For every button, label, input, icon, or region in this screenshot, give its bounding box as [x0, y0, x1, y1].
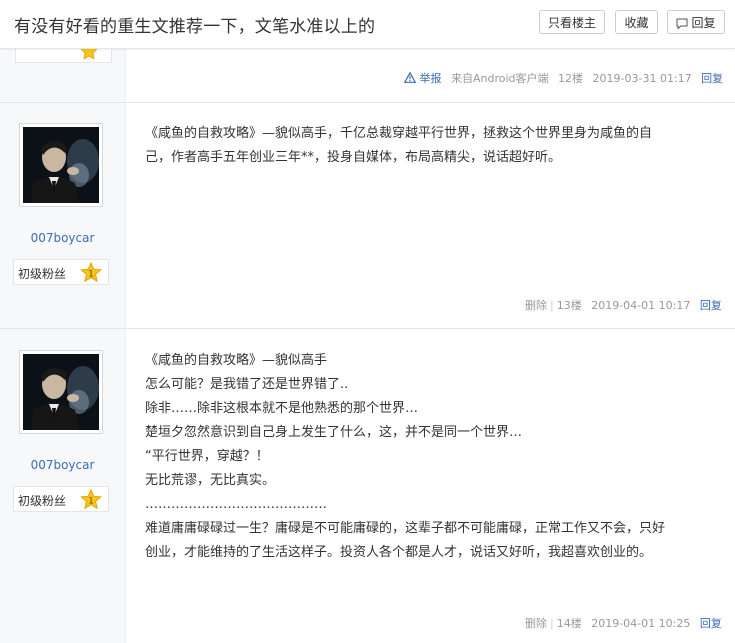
username-link[interactable]: 007boycar — [0, 231, 125, 245]
meta-separator: | — [550, 617, 554, 630]
thread-title: 有没有好看的重生文推荐一下，文笔水准以上的 — [14, 17, 376, 37]
warning-icon — [403, 71, 420, 85]
level-number: 1 — [88, 270, 94, 280]
only-op-button[interactable]: 只看楼主 — [539, 10, 605, 34]
post-line: 己，作者高手五年创业三年**，投身自媒体，布局高精尖，说话超好听。 — [145, 150, 562, 165]
post-line: 除非……除非这根本就不是他熟悉的那个世界… — [145, 401, 419, 416]
avatar-image — [23, 127, 99, 203]
avatar-image — [23, 354, 99, 430]
post-divider — [0, 102, 735, 103]
post-floor: 13楼 — [556, 299, 582, 312]
reply-button-label: 回复 — [691, 16, 716, 30]
reply-button[interactable]: 回复 — [667, 10, 725, 34]
post-line: 《咸鱼的自救攻略》—貌似高手 — [145, 353, 328, 368]
rank-badge: 初级粉丝 1 — [13, 486, 109, 512]
post-floor: 14楼 — [556, 617, 582, 630]
post-meta-14: 删除 | 14楼 2019-04-01 10:25 回复 — [525, 616, 722, 632]
post-line: 楚垣夕忽然意识到自己身上发生了什么，这，并不是同一个世界… — [145, 425, 523, 440]
post-time: 2019-04-01 10:25 — [591, 617, 691, 630]
rank-badge: 初级粉丝 1 — [13, 259, 109, 285]
delete-link[interactable]: 删除 — [525, 299, 547, 312]
comment-icon — [676, 13, 688, 37]
post-source: 来自Android客户端 — [451, 72, 549, 85]
post-time: 2019-04-01 10:17 — [591, 299, 691, 312]
favorite-button[interactable]: 收藏 — [615, 10, 658, 34]
post-reply-link[interactable]: 回复 — [701, 72, 723, 85]
meta-separator: | — [550, 299, 554, 312]
post-line: 无比荒谬，无比真实。 — [145, 473, 276, 488]
post-meta-13: 删除 | 13楼 2019-04-01 10:17 回复 — [525, 298, 722, 314]
post-line: …………………………………… — [145, 497, 327, 512]
post-line: 《咸鱼的自救攻略》—貌似高手，千亿总裁穿越平行世界，拯救这个世界里身为咸鱼的自 — [145, 126, 653, 141]
post-reply-link[interactable]: 回复 — [700, 617, 722, 630]
post-time: 2019-03-31 01:17 — [592, 72, 692, 85]
rank-label: 初级粉丝 — [18, 494, 67, 508]
post-line: 难道庸庸碌碌过一生？庸碌是不可能庸碌的，这辈子都不可能庸碌，正常工作又不会，只好 — [145, 521, 666, 536]
level-star-icon: 1 — [80, 261, 102, 287]
post-content: 《咸鱼的自救攻略》—貌似高手，千亿总裁穿越平行世界，拯救这个世界里身为咸鱼的自 … — [145, 122, 715, 170]
user-avatar[interactable] — [19, 350, 103, 434]
post-divider — [0, 328, 735, 329]
username-link[interactable]: 007boycar — [0, 458, 125, 472]
post-line: 怎么可能？是我错了还是世界错了.. — [145, 377, 349, 392]
post-line: 创业，才能维持的了生活这样子。投资人各个都是人才，说话又好听，我超喜欢创业的。 — [145, 545, 653, 560]
level-number: 1 — [88, 497, 94, 507]
report-link[interactable]: 举报 — [420, 72, 442, 85]
rank-label: 初级粉丝 — [18, 267, 67, 281]
thread-header: 有没有好看的重生文推荐一下，文笔水准以上的 只看楼主 收藏 回复 — [0, 0, 735, 49]
user-avatar[interactable] — [19, 123, 103, 207]
delete-link[interactable]: 删除 — [525, 617, 547, 630]
post-content: 《咸鱼的自救攻略》—貌似高手 怎么可能？是我错了还是世界错了.. 除非……除非这… — [145, 349, 715, 565]
level-star-icon: 1 — [80, 488, 102, 514]
post-floor: 12楼 — [558, 72, 584, 85]
post-reply-link[interactable]: 回复 — [700, 299, 722, 312]
post-line: “平行世界，穿越？！ — [145, 449, 269, 464]
post-meta-12: 举报 来自Android客户端 12楼 2019-03-31 01:17 回复 — [403, 71, 723, 87]
